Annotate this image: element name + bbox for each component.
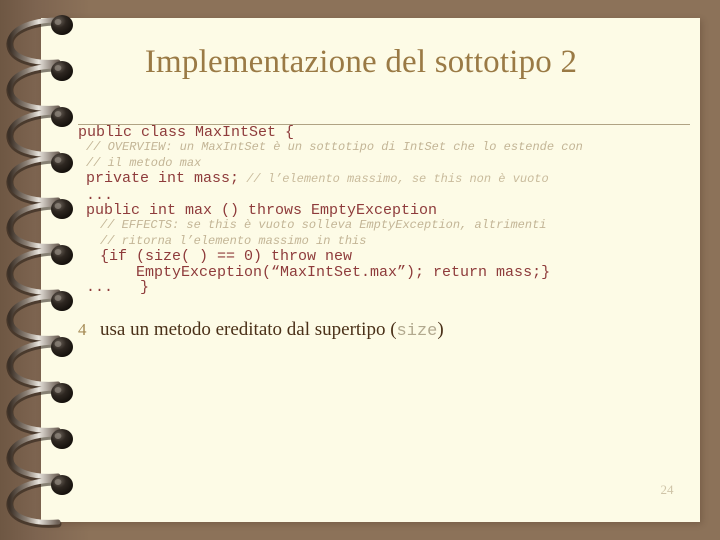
page-number: 24 <box>660 482 674 497</box>
code-block: public class MaxIntSet { // OVERVIEW: un… <box>78 124 698 297</box>
code-line: public int max () throws EmptyException <box>86 202 438 220</box>
code-comment-line: // EFFECTS: se this è vuoto solleva Empt… <box>100 218 547 233</box>
bullet-text-before: usa un metodo ereditato dal supertipo ( <box>100 319 397 340</box>
bullet-marker-icon: 4 <box>78 320 87 339</box>
code-line: private int mass; // l’elemento massimo,… <box>78 171 698 187</box>
slide-title: Implementazione del sottotipo 2 <box>144 44 578 80</box>
bullet-item: 4 usa un metodo ereditato dal supertipo … <box>78 318 678 344</box>
bullet-code-token: size <box>396 322 438 341</box>
code-comment-line: // OVERVIEW: un MaxIntSet è un sottotipo… <box>86 140 583 155</box>
code-line: {if (size( ) == 0) throw new <box>100 248 353 266</box>
code-line: public class MaxIntSet { <box>78 124 295 141</box>
code-comment-line: // ritorna l’elemento massimo in this <box>100 233 367 248</box>
bullet-item-label: usa un metodo ereditato dal supertipo (s… <box>100 318 444 344</box>
code-line: ... } <box>86 279 150 297</box>
bullet-text-after: ) <box>437 319 444 340</box>
code-trailing-comment: // l’elemento massimo, se this non è vuo… <box>239 172 549 187</box>
code-comment-line: // il metodo max <box>86 155 202 170</box>
code-line: ... <box>86 186 114 204</box>
code-line-text: private int mass; <box>86 170 240 188</box>
slide-canvas: Implementazione del sottotipo 2 public c… <box>0 0 720 540</box>
code-line: EmptyException(“MaxIntSet.max”); return … <box>136 263 551 281</box>
